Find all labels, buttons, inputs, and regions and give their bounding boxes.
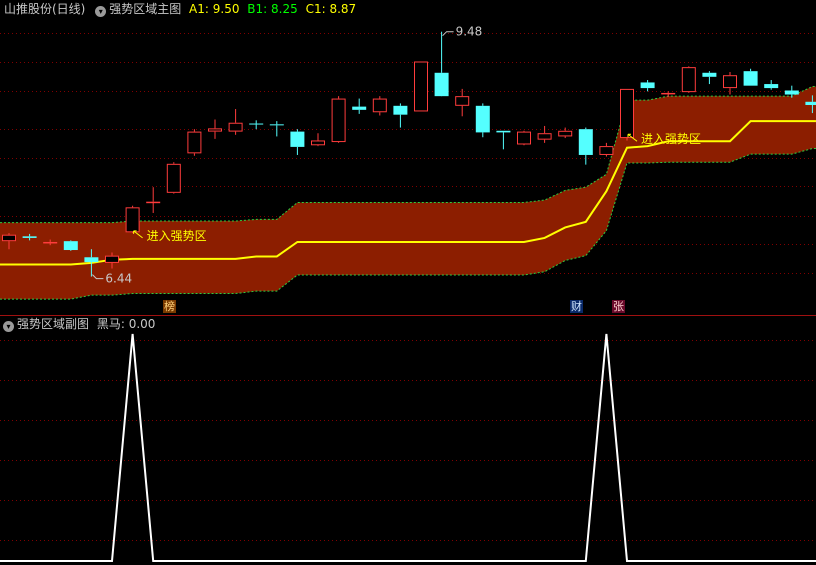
candle-body — [290, 131, 305, 147]
annotation-label: 9.48 — [456, 25, 483, 39]
candle — [187, 129, 202, 156]
candle-body — [640, 82, 655, 89]
b1-value: B1: 8.25 — [247, 2, 298, 16]
candle-body — [105, 255, 119, 263]
stock-title[interactable]: 山推股份(日线) — [4, 2, 85, 16]
candle — [578, 127, 593, 165]
sub-header: ▾ 强势区域副图 黑马: 0.00 — [3, 317, 155, 332]
candle-body — [125, 207, 140, 233]
candle-body — [764, 84, 779, 89]
candle-body — [166, 163, 181, 193]
candle — [125, 205, 140, 234]
candle-body — [352, 106, 367, 110]
candle-body — [475, 105, 490, 133]
candle — [372, 96, 387, 116]
annotation-label: 进入强势区 — [641, 132, 701, 146]
candle — [517, 130, 531, 146]
marker-zhang[interactable]: 张 — [612, 300, 625, 313]
candle-body — [805, 101, 816, 106]
candle-body — [784, 90, 799, 95]
candle — [434, 31, 449, 97]
annotation-label: 6.44 — [105, 272, 132, 286]
a1-value: A1: 9.50 — [189, 2, 240, 16]
candle-body — [63, 241, 78, 251]
candle-body — [146, 201, 161, 204]
candle — [723, 71, 737, 95]
annotation: 9.48 — [442, 25, 483, 39]
signal-series — [0, 333, 816, 562]
candle-body — [743, 71, 758, 86]
candle — [290, 129, 305, 155]
candle — [496, 130, 511, 150]
candle-body — [249, 123, 264, 125]
candle-body — [578, 129, 593, 155]
candle — [208, 119, 222, 139]
candle-body — [228, 122, 243, 132]
candle — [475, 103, 490, 138]
candle — [681, 66, 696, 93]
candle-body — [414, 61, 428, 112]
candle-body — [496, 130, 511, 133]
candle — [640, 80, 655, 92]
candle — [352, 98, 367, 114]
candle — [537, 125, 552, 143]
candle — [455, 88, 470, 117]
main-indicator-name[interactable]: 强势区域主图 — [109, 2, 181, 16]
candle — [311, 133, 325, 147]
candle-body — [537, 133, 552, 140]
band-area — [0, 86, 816, 300]
main-header: 山推股份(日线) ▾ 强势区域主图 A1: 9.50 B1: 8.25 C1: 8… — [4, 2, 356, 17]
marker-bang[interactable]: 榜 — [163, 300, 176, 313]
candle-body — [517, 131, 531, 145]
candle — [166, 162, 181, 194]
marker-cai[interactable]: 财 — [570, 300, 583, 313]
candle-body — [455, 96, 470, 106]
strong-zone-band — [0, 85, 816, 300]
candle-body — [22, 236, 37, 238]
candle — [764, 80, 779, 90]
candle — [228, 109, 243, 135]
annotation-label: 进入强势区 — [147, 229, 207, 243]
candle-body — [269, 124, 284, 126]
candle-body — [702, 72, 717, 77]
candle-body — [43, 241, 58, 244]
candle-body — [434, 72, 449, 97]
candle — [702, 71, 717, 85]
candle — [393, 103, 408, 128]
candle-body — [208, 128, 222, 132]
candle — [620, 88, 634, 141]
candle — [743, 68, 758, 86]
candle-body — [393, 105, 408, 115]
candle-body — [187, 131, 202, 154]
chevron-down-icon[interactable]: ▾ — [3, 321, 14, 332]
heima-value: 黑马: 0.00 — [96, 317, 156, 331]
candle — [63, 240, 78, 251]
candle-body — [2, 234, 16, 242]
candle — [269, 121, 284, 137]
candle-body — [331, 98, 346, 143]
candle — [249, 120, 264, 130]
candle-body — [723, 75, 737, 89]
candle-body — [681, 67, 696, 93]
candle-body — [620, 88, 634, 139]
candle-body — [599, 146, 614, 155]
candle-body — [311, 140, 325, 146]
candle-body — [84, 257, 99, 263]
candle-body — [372, 98, 387, 113]
chart-canvas[interactable]: 9.486.44进入强势区进入强势区 — [0, 0, 816, 565]
candle — [331, 96, 346, 143]
chevron-down-icon[interactable]: ▾ — [95, 6, 107, 17]
candle-body — [558, 130, 573, 137]
candle — [414, 61, 428, 112]
candle — [146, 187, 161, 213]
sub-indicator-name[interactable]: 强势区域副图 — [17, 317, 89, 331]
candle-body — [661, 92, 676, 95]
heima-signal-line — [0, 333, 816, 562]
candle — [599, 142, 614, 157]
c1-value: C1: 8.87 — [305, 2, 357, 16]
